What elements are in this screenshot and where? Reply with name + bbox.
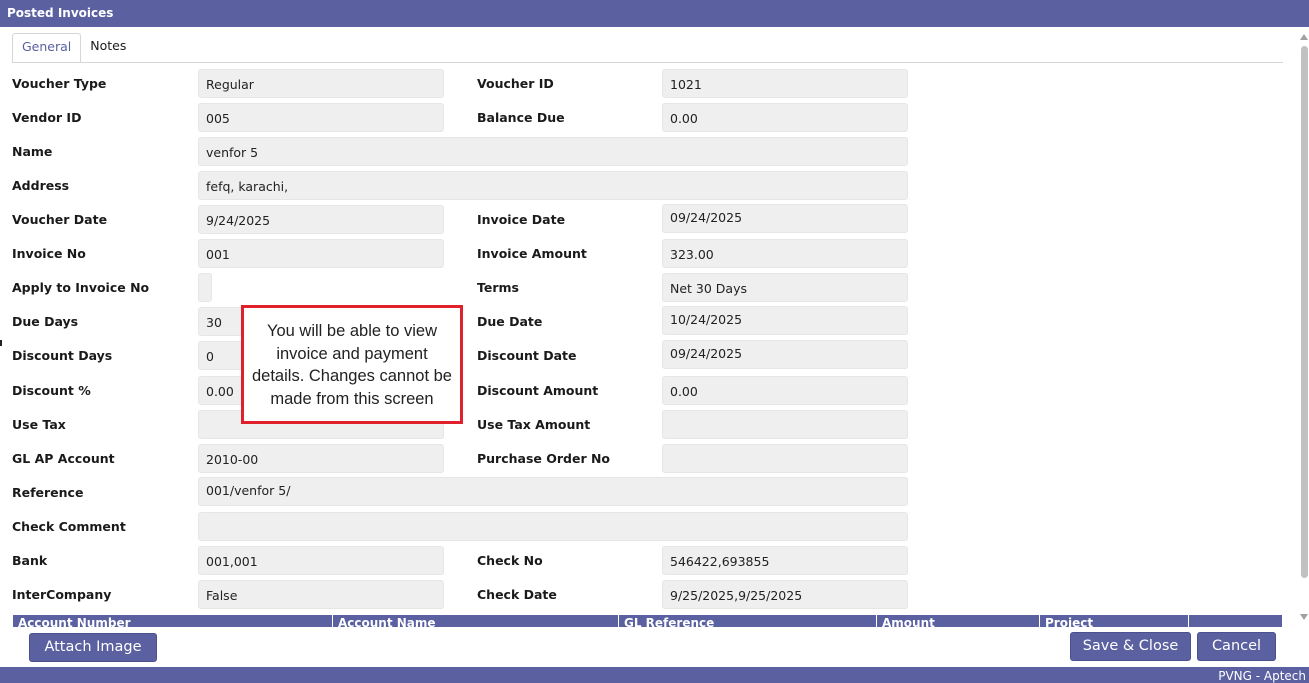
grid-col-extra[interactable]	[1188, 615, 1282, 627]
annotation-callout: You will be able to view invoice and pay…	[241, 305, 463, 424]
discount-amount-label: Discount Amount	[477, 383, 599, 398]
discount-pct-label: Discount %	[12, 383, 91, 398]
check-comment-field[interactable]	[198, 512, 908, 541]
vendor-id-label: Vendor ID	[12, 110, 82, 125]
check-no-field[interactable]: 546422,693855	[662, 546, 908, 575]
purchase-order-no-field[interactable]	[662, 444, 908, 473]
balance-due-field[interactable]: 0.00	[662, 103, 908, 132]
grid-col-amount[interactable]: Amount	[876, 615, 1039, 627]
check-date-field[interactable]: 9/25/2025,9/25/2025	[662, 580, 908, 609]
edge-marker	[0, 340, 2, 346]
intercompany-label: InterCompany	[12, 587, 112, 602]
invoice-no-label: Invoice No	[12, 246, 86, 261]
grid-col-project[interactable]: Project	[1039, 615, 1188, 627]
invoice-amount-label: Invoice Amount	[477, 246, 587, 261]
voucher-id-field[interactable]: 1021	[662, 69, 908, 98]
invoice-no-field[interactable]: 001	[198, 239, 444, 268]
check-date-label: Check Date	[477, 587, 557, 602]
tab-notes[interactable]: Notes	[81, 33, 135, 63]
bank-field[interactable]: 001,001	[198, 546, 444, 575]
grid-col-account-number[interactable]: Account Number	[13, 615, 332, 627]
scroll-down-icon[interactable]	[1300, 614, 1308, 620]
apply-to-invoice-no-label: Apply to Invoice No	[12, 280, 150, 295]
reference-label: Reference	[12, 485, 84, 500]
status-footer: PVNG - Aptech	[0, 667, 1309, 683]
purchase-order-no-label: Purchase Order No	[477, 451, 611, 466]
use-tax-label: Use Tax	[12, 417, 66, 432]
invoice-date-field[interactable]: 09/24/2025	[662, 204, 908, 233]
due-date-field[interactable]: 10/24/2025	[662, 306, 908, 335]
name-field[interactable]: venfor 5	[198, 137, 908, 166]
save-close-button[interactable]: Save & Close	[1070, 632, 1191, 661]
vendor-id-field[interactable]: 005	[198, 103, 444, 132]
grid-col-account-name[interactable]: Account Name	[332, 615, 618, 627]
tab-bar: General Notes	[12, 33, 135, 63]
action-bar: Attach Image Save & Close Cancel	[0, 627, 1309, 667]
callout-line: details. Changes cannot be	[252, 367, 452, 385]
apply-to-invoice-no-field[interactable]	[198, 273, 212, 302]
terms-label: Terms	[477, 280, 519, 295]
voucher-type-field[interactable]: Regular	[198, 69, 444, 98]
due-days-label: Due Days	[12, 314, 79, 329]
check-no-label: Check No	[477, 553, 543, 568]
cancel-button[interactable]: Cancel	[1197, 632, 1276, 661]
due-date-label: Due Date	[477, 314, 543, 329]
voucher-id-label: Voucher ID	[477, 76, 554, 91]
intercompany-field[interactable]: False	[198, 580, 444, 609]
discount-days-label: Discount Days	[12, 348, 113, 363]
discount-date-field[interactable]: 09/24/2025	[662, 340, 908, 369]
use-tax-amount-field[interactable]	[662, 410, 908, 439]
tab-general[interactable]: General	[12, 33, 82, 63]
invoice-amount-field[interactable]: 323.00	[662, 239, 908, 268]
callout-line: made from this screen	[270, 389, 434, 408]
distribution-grid-header: Account Number Account Name GL Reference…	[13, 615, 1282, 627]
invoice-date-label: Invoice Date	[477, 212, 566, 227]
voucher-date-field[interactable]: 9/24/2025	[198, 205, 444, 234]
reference-field[interactable]: 001/venfor 5/	[198, 477, 908, 506]
discount-date-label: Discount Date	[477, 348, 577, 363]
check-comment-label: Check Comment	[12, 519, 126, 534]
gl-ap-account-field[interactable]: 2010-00	[198, 444, 444, 473]
bank-label: Bank	[12, 553, 48, 568]
callout-line: You will be able to view	[267, 322, 437, 340]
voucher-date-label: Voucher Date	[12, 212, 108, 227]
tab-divider	[12, 62, 1283, 63]
attach-image-button[interactable]: Attach Image	[29, 633, 157, 662]
discount-amount-field[interactable]: 0.00	[662, 376, 908, 405]
scrollbar-thumb[interactable]	[1301, 46, 1308, 578]
voucher-type-label: Voucher Type	[12, 76, 107, 91]
address-label: Address	[12, 178, 70, 193]
use-tax-amount-label: Use Tax Amount	[477, 417, 591, 432]
window-title: Posted Invoices	[0, 0, 1309, 27]
gl-ap-account-label: GL AP Account	[12, 451, 115, 466]
footer-text: PVNG - Aptech	[1218, 669, 1306, 683]
callout-line: invoice and payment	[276, 344, 428, 363]
address-field[interactable]: fefq, karachi,	[198, 171, 908, 200]
scroll-up-icon[interactable]	[1300, 34, 1308, 40]
name-label: Name	[12, 144, 53, 159]
grid-col-gl-reference[interactable]: GL Reference	[618, 615, 876, 627]
balance-due-label: Balance Due	[477, 110, 565, 125]
terms-field[interactable]: Net 30 Days	[662, 273, 908, 302]
